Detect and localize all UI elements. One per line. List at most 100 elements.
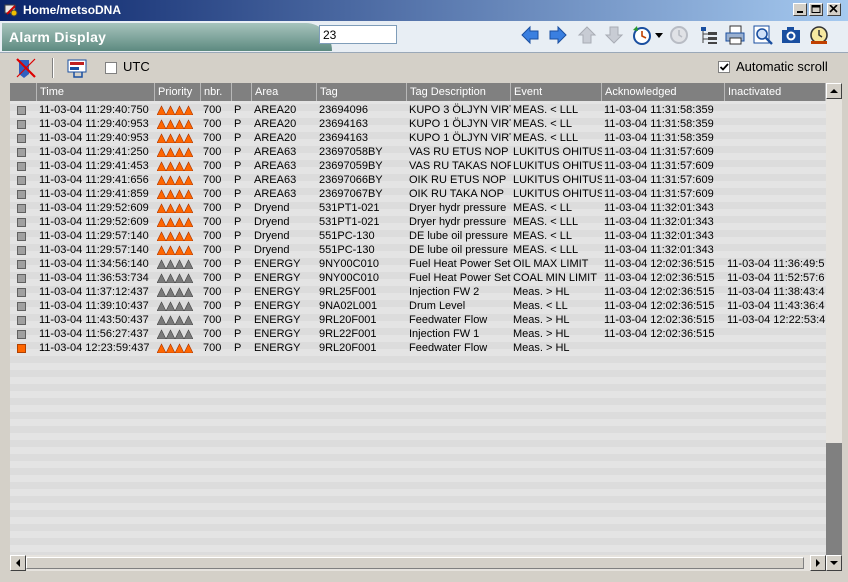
scroll-left-button[interactable]: [10, 555, 26, 571]
time-cell: 11-03-04 12:23:59:437: [39, 342, 150, 354]
table-row[interactable]: 11-03-04 11:29:40:750 700 P AREA20 23694096 K…: [10, 103, 826, 117]
clock-disabled-icon[interactable]: [668, 24, 690, 46]
table-row[interactable]: 11-03-04 11:43:50:437 700 P ENERGY 9RL20F001…: [10, 313, 826, 327]
area-cell: AREA20: [254, 118, 297, 130]
area-cell: Dryend: [254, 230, 290, 242]
scroll-right-button[interactable]: [810, 555, 826, 571]
window-title: Home/metsoDNA: [23, 3, 122, 17]
nbr-cell: 700: [203, 146, 222, 158]
table-row[interactable]: 11-03-04 11:29:40:953 700 P AREA20 23694163 K…: [10, 117, 826, 131]
vertical-scrollbar[interactable]: [826, 83, 842, 555]
nbr-cell: 700: [203, 132, 222, 144]
alarm-settings-icon[interactable]: [808, 24, 830, 46]
header-desc[interactable]: Tag Description: [407, 83, 511, 101]
camera-icon[interactable]: [780, 24, 802, 46]
table-row[interactable]: 11-03-04 11:29:40:953 700 P AREA20 23694163 K…: [10, 131, 826, 145]
desc-cell: VAS RU ETUS NOP: [409, 146, 509, 158]
acknowledged-indicator: [17, 162, 26, 171]
alarm-count-input[interactable]: [319, 25, 397, 44]
type-cell: P: [234, 328, 242, 340]
type-cell: P: [234, 146, 242, 158]
header-event[interactable]: Event: [511, 83, 602, 101]
inactivated-cell: [725, 145, 826, 159]
time-cell: 11-03-04 11:29:41:859: [39, 188, 149, 200]
header-tag[interactable]: Tag: [317, 83, 407, 101]
table-row[interactable]: 11-03-04 11:36:53:734 700 P ENERGY 9NY00C010…: [10, 271, 826, 285]
acknowledged-cell: 11-03-04 11:31:57:609: [604, 160, 714, 172]
header-nbr[interactable]: nbr.: [201, 83, 232, 101]
table-row[interactable]: 11-03-04 11:29:52:609 700 P Dryend 531PT1-02…: [10, 215, 826, 229]
area-cell: Dryend: [254, 216, 290, 228]
table-row[interactable]: 11-03-04 11:29:57:140 700 P Dryend 551PC-130…: [10, 229, 826, 243]
close-button[interactable]: [827, 3, 841, 16]
maximize-button[interactable]: [809, 3, 823, 16]
nbr-cell: 700: [203, 216, 222, 228]
desc-cell: DE lube oil pressure: [409, 230, 509, 242]
time-cell: 11-03-04 11:29:40:750: [39, 104, 149, 116]
type-cell: P: [234, 314, 242, 326]
arrow-right-icon[interactable]: [547, 24, 569, 46]
nbr-cell: 700: [203, 244, 222, 256]
scroll-up-button[interactable]: [826, 83, 842, 99]
type-cell: P: [234, 258, 242, 270]
inactivated-cell: [725, 187, 826, 201]
horizontal-scroll-thumb[interactable]: [26, 557, 804, 569]
tag-cell: 23697067BY: [319, 188, 383, 200]
arrow-left-icon[interactable]: [519, 24, 541, 46]
table-row[interactable]: 11-03-04 11:39:10:437 700 P ENERGY 9NA02L001…: [10, 299, 826, 313]
clock-history-icon[interactable]: [631, 24, 653, 46]
scroll-down-button[interactable]: [826, 555, 842, 571]
arrow-down-icon[interactable]: [603, 24, 625, 46]
time-cell: 11-03-04 11:43:50:437: [39, 314, 149, 326]
acknowledged-indicator: [17, 190, 26, 199]
desc-cell: OIK RU TAKA NOP: [409, 188, 504, 200]
table-row[interactable]: 11-03-04 11:37:12:437 700 P ENERGY 9RL25F001…: [10, 285, 826, 299]
vertical-scroll-thumb[interactable]: [826, 443, 842, 555]
table-row[interactable]: 11-03-04 11:29:52:609 700 P Dryend 531PT1-02…: [10, 201, 826, 215]
table-row[interactable]: 11-03-04 12:23:59:437 700 P ENERGY 9RL20F001…: [10, 341, 826, 355]
horizontal-scrollbar[interactable]: [10, 555, 826, 571]
table-row[interactable]: 11-03-04 11:29:41:250 700 P AREA63 23697058B…: [10, 145, 826, 159]
nbr-cell: 700: [203, 202, 222, 214]
type-cell: P: [234, 244, 242, 256]
table-row[interactable]: 11-03-04 11:29:41:859 700 P AREA63 23697067B…: [10, 187, 826, 201]
table-row[interactable]: 11-03-04 11:29:41:453 700 P AREA63 23697059B…: [10, 159, 826, 173]
nbr-cell: 700: [203, 160, 222, 172]
header-type[interactable]: [232, 83, 252, 101]
nbr-cell: 700: [203, 300, 222, 312]
desc-cell: KUPO 1 ÖLJYN VIRT: [409, 132, 511, 144]
header-bar: Alarm Display: [0, 21, 848, 53]
search-icon[interactable]: [752, 24, 774, 46]
inactivated-cell: [725, 159, 826, 173]
mute-alarm-icon[interactable]: [15, 57, 37, 79]
header-inactivated[interactable]: Inactivated: [725, 83, 826, 101]
priority-cell: [155, 187, 201, 201]
type-cell: P: [234, 216, 242, 228]
table-row[interactable]: 11-03-04 11:29:41:656 700 P AREA63 23697066B…: [10, 173, 826, 187]
utc-checkbox[interactable]: [105, 62, 117, 74]
alarm-table[interactable]: Time Priority nbr. Area Tag Tag Description Ev…: [10, 83, 826, 555]
type-cell: P: [234, 174, 242, 186]
automatic-scroll-checkbox[interactable]: [718, 61, 730, 73]
header-priority[interactable]: Priority: [155, 83, 201, 101]
arrow-right-small-icon: [816, 559, 820, 567]
minimize-button[interactable]: [793, 3, 807, 16]
area-cell: ENERGY: [254, 286, 301, 298]
table-row[interactable]: 11-03-04 11:29:57:140 700 P Dryend 551PC-130…: [10, 243, 826, 257]
priority-cell: [155, 257, 201, 271]
tree-view-icon[interactable]: [698, 24, 720, 46]
alarm-filter-icon[interactable]: [66, 57, 90, 79]
header-ack-status[interactable]: [10, 83, 37, 101]
header-area[interactable]: Area: [252, 83, 317, 101]
table-row[interactable]: 11-03-04 11:56:27:437 700 P ENERGY 9RL22F001…: [10, 327, 826, 341]
header-time[interactable]: Time: [37, 83, 155, 101]
time-cell: 11-03-04 11:29:41:250: [39, 146, 149, 158]
arrow-up-icon[interactable]: [576, 24, 598, 46]
unacknowledged-indicator: [17, 344, 26, 353]
nbr-cell: 700: [203, 286, 222, 298]
print-icon[interactable]: [724, 24, 746, 46]
priority-high-icon: [157, 217, 193, 227]
header-acknowledged[interactable]: Acknowledged: [602, 83, 725, 101]
table-row[interactable]: 11-03-04 11:34:56:140 700 P ENERGY 9NY00C010…: [10, 257, 826, 271]
chevron-down-icon[interactable]: [655, 33, 663, 39]
